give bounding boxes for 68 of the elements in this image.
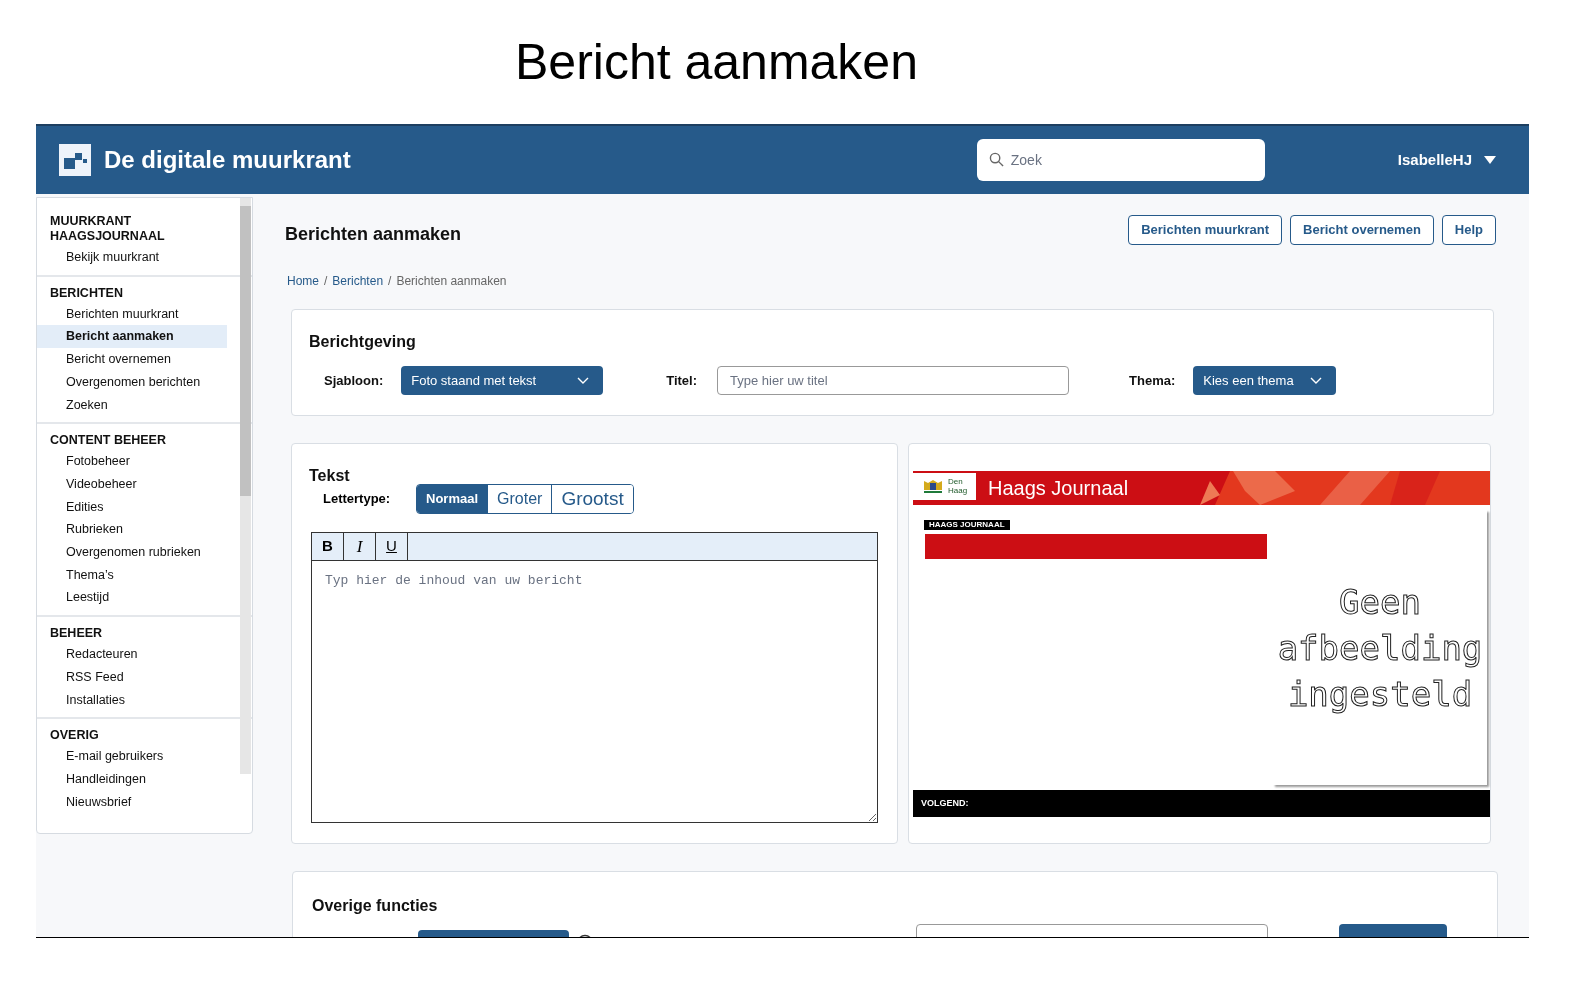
- page-heading: Berichten aanmaken: [285, 223, 462, 246]
- sidebar-item[interactable]: Zoeken: [37, 393, 227, 417]
- font-size-option[interactable]: Normaal: [417, 485, 488, 513]
- bold-button[interactable]: B: [312, 533, 344, 560]
- breadcrumb-link[interactable]: Home: [287, 272, 319, 290]
- italic-button[interactable]: I: [344, 533, 376, 560]
- section-heading: OVERIG: [49, 728, 100, 744]
- channel-title: Haags Journaal: [988, 476, 1129, 501]
- scrollbar[interactable]: [240, 198, 251, 774]
- search-icon: [988, 152, 1004, 167]
- footer-label: VOLGEND:: [921, 796, 969, 810]
- input-field[interactable]: Type hier uw titel: [717, 366, 1070, 395]
- action-button[interactable]: Berichten muurkrant: [1128, 214, 1283, 245]
- tag-label: HAAGS JOURNAAL: [924, 520, 1010, 530]
- sidebar-item[interactable]: RSS Feed: [37, 665, 227, 689]
- sidebar-item[interactable]: Fotobeheer: [37, 450, 227, 473]
- placeholder-text: afbeelding: [1277, 626, 1483, 670]
- placeholder-text: ingesteld: [1287, 672, 1473, 716]
- section-heading: CONTENT BEHEER: [49, 433, 167, 449]
- sidebar-item[interactable]: Redacteuren: [37, 643, 227, 666]
- page-title: Bericht aanmaken: [515, 32, 918, 92]
- sidebar-item[interactable]: Leestijd: [37, 586, 227, 610]
- crest-icon: [921, 478, 945, 494]
- section-heading: MUURKRANT HAAGSJOURNAAL: [49, 214, 166, 244]
- dropdown-button[interactable]: Kies een thema: [1193, 366, 1336, 395]
- sidebar-item[interactable]: Thema’s: [37, 563, 227, 587]
- sidebar-item[interactable]: Overgenomen berichten: [37, 370, 227, 394]
- chevron-down-icon: [577, 376, 590, 385]
- breadcrumb-separator: /: [324, 273, 328, 290]
- action-button[interactable]: Help: [1441, 214, 1496, 245]
- breadcrumb-current: Berichten aanmaken: [396, 273, 507, 290]
- sidebar-item[interactable]: Bekijk muurkrant: [37, 246, 227, 269]
- placeholder-text: Geen: [1339, 580, 1421, 624]
- sidebar-item[interactable]: Rubrieken: [37, 518, 227, 542]
- sidebar-item[interactable]: Edities: [37, 495, 227, 519]
- app-name: De digitale muurkrant: [104, 145, 351, 175]
- sidebar-item[interactable]: Installaties: [37, 688, 227, 712]
- sidebar-item[interactable]: E-mail gebruikers: [37, 745, 227, 768]
- breadcrumb-link[interactable]: Berichten: [332, 272, 384, 290]
- sidebar-item[interactable]: Handleidingen: [37, 767, 227, 791]
- sidebar-item[interactable]: Bericht overnemen: [37, 348, 227, 371]
- breadcrumb-separator: /: [388, 273, 392, 290]
- sidebar-item[interactable]: Nieuwsbrief: [37, 790, 227, 814]
- field-label: Sjabloon:: [324, 371, 384, 390]
- field-label: Thema:: [1129, 371, 1176, 390]
- logo-text: Den Haag: [948, 477, 969, 495]
- message-textarea[interactable]: Typ hier de inhoud van uw bericht: [312, 561, 877, 822]
- section-heading: BERICHTEN: [49, 285, 124, 301]
- field-label: Titel:: [666, 371, 698, 390]
- text-editor[interactable]: B I U Typ hier de inhoud van uw bericht: [311, 532, 878, 823]
- action-button[interactable]: Bericht overnemen: [1290, 214, 1434, 245]
- user-menu[interactable]: IsabelleHJ: [1397, 148, 1496, 172]
- section-title: Overige functies: [312, 896, 439, 916]
- sidebar-item[interactable]: Berichten muurkrant: [37, 302, 227, 326]
- section-title: Berichtgeving: [309, 332, 417, 352]
- font-size-option[interactable]: Grootst: [551, 485, 633, 513]
- sidebar-item[interactable]: Overgenomen rubrieken: [37, 541, 227, 564]
- section-heading: BEHEER: [49, 626, 104, 642]
- search-field[interactable]: Zoek: [976, 139, 1265, 181]
- section-title: Tekst: [309, 466, 351, 486]
- caret-icon: [1484, 156, 1496, 164]
- sidebar-item[interactable]: Bericht aanmaken: [37, 325, 227, 349]
- sidebar-item[interactable]: Videobeheer: [37, 472, 227, 496]
- chevron-down-icon: [1309, 376, 1322, 385]
- field-label: Lettertype:: [323, 490, 392, 509]
- logo-icon: [59, 144, 91, 176]
- underline-button[interactable]: U: [376, 533, 408, 560]
- dropdown-button[interactable]: Foto staand met tekst: [401, 366, 604, 395]
